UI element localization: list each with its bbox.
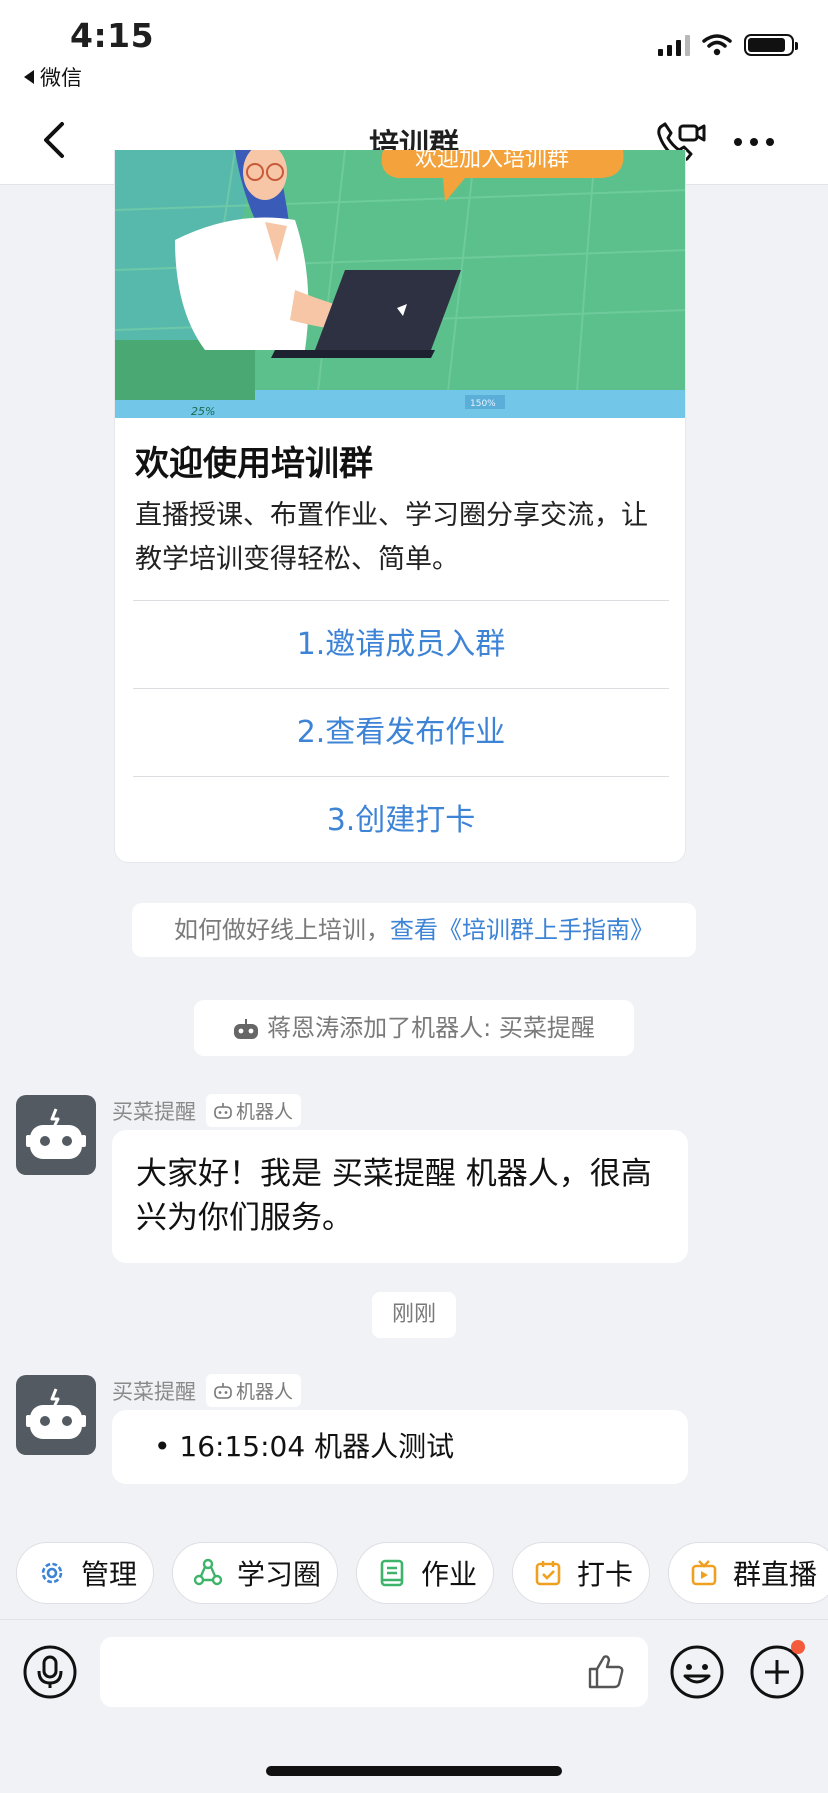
- welcome-description: 直播授课、布置作业、学习圈分享交流，让教学培训变得轻松、简单。: [135, 500, 648, 575]
- guide-link[interactable]: 查看《培训群上手指南》: [390, 916, 654, 944]
- wifi-icon: [702, 34, 732, 56]
- quick-action-label: 打卡: [577, 1558, 634, 1591]
- more-options-icon[interactable]: [734, 126, 782, 158]
- status-icons: [658, 34, 798, 56]
- quick-action-label: 管理: [81, 1558, 138, 1591]
- circle-share-icon: [193, 1558, 223, 1586]
- back-triangle-icon: [24, 70, 34, 84]
- robot-badge-label: 机器人: [236, 1381, 294, 1403]
- welcome-title: 欢迎使用培训群: [135, 444, 373, 484]
- notification-dot: [791, 1640, 805, 1654]
- banner-percent-left: 25%: [191, 405, 215, 418]
- thumbs-up-icon[interactable]: [586, 1651, 626, 1691]
- robot-added-notice: 蒋恩涛添加了机器人: 买菜提醒: [194, 1000, 634, 1056]
- home-indicator: [266, 1766, 562, 1776]
- robot-badge-icon: [214, 1382, 232, 1399]
- emoji-icon[interactable]: [669, 1644, 725, 1700]
- back-app-label: 微信: [40, 66, 82, 90]
- banner-bubble-text: 欢迎加入培训群: [415, 150, 569, 172]
- status-bar: 4:15 微信: [0, 0, 828, 100]
- message-sender: 买菜提醒 机器人: [112, 1374, 302, 1407]
- battery-icon: [744, 34, 798, 56]
- robot-added-text: 蒋恩涛添加了机器人: 买菜提醒: [267, 1014, 595, 1042]
- gear-icon: [41, 1562, 63, 1584]
- robot-avatar-icon: [26, 1108, 86, 1159]
- book-icon: [380, 1559, 404, 1587]
- welcome-banner-illustration: 25% 150% 欢迎加入培训群: [115, 150, 685, 418]
- time-separator: 刚刚: [372, 1292, 456, 1338]
- quick-action-learning-circle[interactable]: 学习圈: [172, 1542, 338, 1604]
- robot-badge-icon: [214, 1102, 232, 1119]
- welcome-card: 25% 150% 欢迎加入培训群 欢迎使用培训群 直播授课、布置作业、学习圈分享…: [114, 150, 686, 863]
- create-checkin-link[interactable]: 3.创建打卡: [133, 776, 669, 862]
- guide-notice: 如何做好线上培训，查看《培训群上手指南》: [132, 903, 696, 957]
- robot-badge: 机器人: [206, 1094, 302, 1127]
- quick-action-label: 作业: [421, 1558, 478, 1591]
- banner-percent-right: 150%: [470, 399, 496, 409]
- robot-avatar[interactable]: [16, 1375, 96, 1455]
- guide-notice-text: 如何做好线上培训，: [174, 916, 390, 944]
- message-input[interactable]: [100, 1637, 648, 1707]
- robot-avatar-icon: [26, 1388, 86, 1439]
- robot-badge: 机器人: [206, 1374, 302, 1407]
- cellular-signal-icon: [658, 34, 690, 56]
- calendar-check-icon: [535, 1561, 561, 1586]
- sender-name: 买菜提醒: [112, 1099, 196, 1124]
- message-bubble[interactable]: • 16:15:04 机器人测试: [112, 1410, 688, 1484]
- quick-action-label: 群直播: [733, 1558, 818, 1591]
- back-to-app-link[interactable]: 微信: [24, 62, 82, 92]
- robot-avatar[interactable]: [16, 1095, 96, 1175]
- message-sender: 买菜提醒 机器人: [112, 1094, 302, 1127]
- voice-input-icon[interactable]: [22, 1644, 78, 1700]
- view-homework-link[interactable]: 2.查看发布作业: [133, 688, 669, 776]
- robot-icon: [234, 1019, 259, 1039]
- quick-action-label: 学习圈: [237, 1558, 322, 1591]
- robot-badge-label: 机器人: [236, 1101, 294, 1123]
- quick-action-manage[interactable]: 管理: [16, 1542, 154, 1604]
- quick-action-group-live[interactable]: 群直播: [668, 1542, 828, 1604]
- quick-action-checkin[interactable]: 打卡: [512, 1542, 650, 1604]
- tv-play-icon: [691, 1560, 717, 1586]
- quick-action-homework[interactable]: 作业: [356, 1542, 494, 1604]
- status-time: 4:15: [70, 16, 155, 55]
- message-bubble[interactable]: 大家好！我是 买菜提醒 机器人，很高兴为你们服务。: [112, 1130, 688, 1263]
- sender-name: 买菜提醒: [112, 1379, 196, 1404]
- invite-members-link[interactable]: 1.邀请成员入群: [133, 600, 669, 688]
